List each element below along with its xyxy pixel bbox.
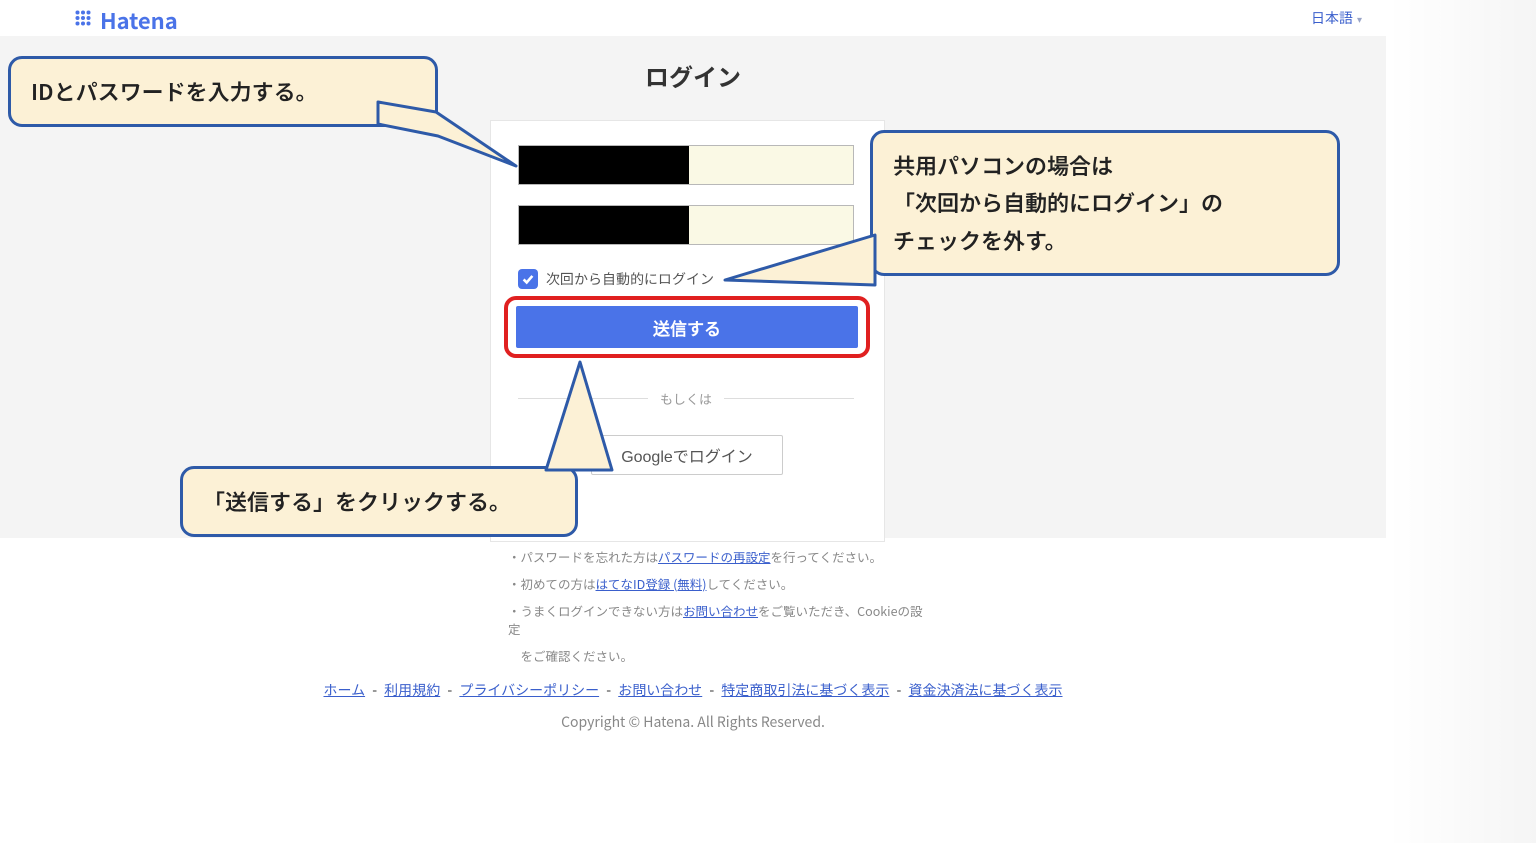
- callout-text: 共用パソコンの場合は: [893, 147, 1317, 184]
- callout-text: チェックを外す。: [893, 222, 1317, 259]
- separator: -: [444, 680, 455, 700]
- auto-login-checkbox[interactable]: [518, 269, 538, 289]
- top-header: Hatena 日本語 ▾: [0, 0, 1386, 37]
- footer-privacy-link[interactable]: プライバシーポリシー: [459, 680, 599, 700]
- copyright-text: Copyright © Hatena. All Rights Reserved.: [0, 712, 1386, 732]
- redacted-value: [519, 146, 689, 184]
- footer-terms-link[interactable]: 利用規約: [384, 680, 440, 700]
- help-text: ・パスワードを忘れた方は: [508, 547, 658, 566]
- callout-text: 「送信する」をクリックする。: [203, 485, 511, 517]
- callout-text: 「次回から自動的にログイン」の: [893, 184, 1317, 221]
- page-shadow: [1386, 0, 1536, 843]
- password-reset-link[interactable]: パスワードの再設定: [658, 547, 771, 566]
- footer-commerce-link[interactable]: 特定商取引法に基づく表示: [721, 680, 889, 700]
- submit-button[interactable]: 送信する: [516, 306, 858, 348]
- hatena-logo-icon: [72, 4, 94, 36]
- help-line: ・うまくログインできない方はお問い合わせをご覧いただき、Cookieの設定: [508, 602, 928, 640]
- auto-login-row: 次回から自動的にログイン: [518, 269, 714, 289]
- language-selector[interactable]: 日本語 ▾: [1311, 8, 1362, 28]
- google-login-button[interactable]: Googleでログイン: [591, 435, 783, 475]
- separator: -: [893, 680, 904, 700]
- help-text: ・初めての方は: [508, 574, 596, 593]
- register-link[interactable]: はてなID登録 (無料): [596, 574, 707, 593]
- contact-link[interactable]: お問い合わせ: [683, 601, 758, 620]
- callout-text: IDとパスワードを入力する。: [31, 75, 318, 107]
- divider-line: [518, 398, 648, 399]
- auto-login-label: 次回から自動的にログイン: [546, 269, 714, 289]
- help-text: してください。: [707, 574, 794, 593]
- callout-auto-login: 共用パソコンの場合は 「次回から自動的にログイン」の チェックを外す。: [870, 130, 1340, 276]
- help-text: を行ってください。: [771, 547, 883, 566]
- redacted-value: [519, 206, 689, 244]
- separator: -: [603, 680, 614, 700]
- chevron-down-icon: ▾: [1357, 11, 1362, 26]
- help-text-block: ・パスワードを忘れた方はパスワードの再設定を行ってください。 ・初めての方ははて…: [508, 548, 928, 674]
- separator: -: [706, 680, 717, 700]
- brand-text: Hatena: [100, 4, 178, 36]
- submit-highlight-box: 送信する: [504, 296, 870, 358]
- callout-id-password: IDとパスワードを入力する。: [8, 56, 438, 127]
- footer-home-link[interactable]: ホーム: [323, 680, 365, 700]
- separator: -: [369, 680, 380, 700]
- help-line: をご確認ください。: [508, 647, 928, 666]
- language-label: 日本語: [1311, 8, 1353, 28]
- callout-submit: 「送信する」をクリックする。: [180, 466, 578, 537]
- divider-line: [724, 398, 854, 399]
- help-text: ・うまくログインできない方は: [508, 601, 683, 620]
- help-line: ・初めての方ははてなID登録 (無料)してください。: [508, 575, 928, 594]
- footer-funds-link[interactable]: 資金決済法に基づく表示: [909, 680, 1063, 700]
- help-line: ・パスワードを忘れた方はパスワードの再設定を行ってください。: [508, 548, 928, 567]
- brand-logo[interactable]: Hatena: [72, 4, 178, 36]
- password-input[interactable]: [518, 205, 854, 245]
- footer-contact-link[interactable]: お問い合わせ: [618, 680, 702, 700]
- check-icon: [521, 272, 535, 286]
- footer-links: ホーム - 利用規約 - プライバシーポリシー - お問い合わせ - 特定商取引…: [0, 680, 1386, 700]
- or-divider: もしくは: [518, 389, 854, 408]
- or-label: もしくは: [660, 389, 712, 408]
- help-text: をご確認ください。: [508, 646, 633, 665]
- id-input[interactable]: [518, 145, 854, 185]
